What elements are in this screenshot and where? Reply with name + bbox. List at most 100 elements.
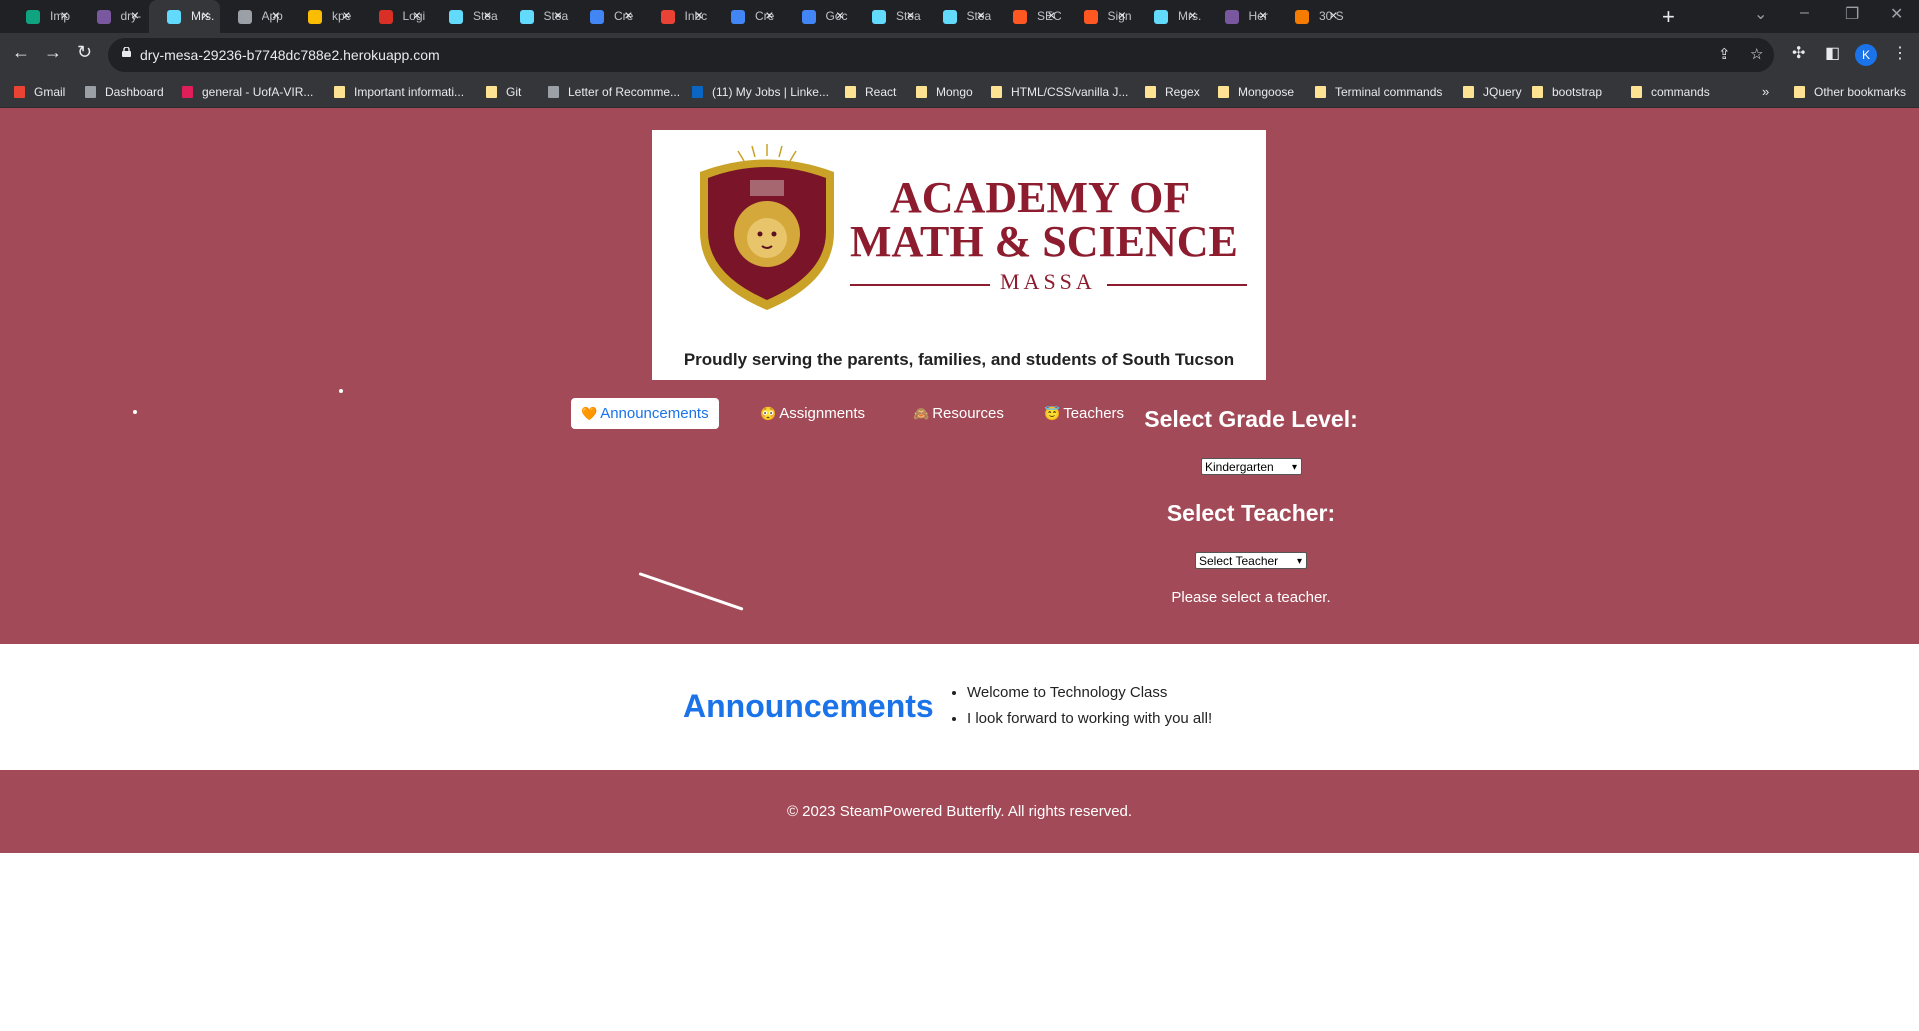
nav-assignments[interactable]: 😳 Assignments bbox=[750, 398, 875, 429]
bookmark-item[interactable]: React bbox=[845, 83, 896, 101]
browser-toolbar: ← → ↻ dry-mesa-29236-b7748dc788e2.heroku… bbox=[0, 33, 1919, 77]
extensions-icon[interactable]: ✣ bbox=[1792, 43, 1805, 63]
close-tab-icon[interactable]: × bbox=[60, 7, 68, 23]
browser-tab[interactable]: App × bbox=[220, 0, 291, 33]
browser-tab[interactable]: Stea × bbox=[502, 0, 573, 33]
chevron-down-icon: ▾ bbox=[1291, 462, 1297, 473]
bookmark-item[interactable]: JQuery bbox=[1463, 83, 1522, 101]
close-tab-icon[interactable]: × bbox=[342, 7, 350, 23]
browser-tab[interactable]: Cre × bbox=[713, 0, 784, 33]
more-bookmarks-button[interactable]: » bbox=[1762, 84, 1769, 99]
browser-tab[interactable]: kpe × bbox=[290, 0, 361, 33]
minimize-icon[interactable]: – bbox=[1800, 4, 1809, 22]
bookmark-item[interactable]: Mongo bbox=[916, 83, 973, 101]
bookmark-item[interactable]: commands bbox=[1631, 83, 1710, 101]
browser-tab[interactable]: Her × bbox=[1207, 0, 1278, 33]
bookmark-item[interactable]: (11) My Jobs | Linke... bbox=[692, 83, 829, 101]
browser-tab[interactable]: Mrs. × bbox=[149, 0, 220, 33]
bookmark-item[interactable]: Important informati... bbox=[334, 83, 464, 101]
bookmark-item[interactable]: general - UofA-VIR... bbox=[182, 83, 313, 101]
browser-tab[interactable]: Inbc × bbox=[643, 0, 714, 33]
folder-icon bbox=[1631, 86, 1642, 98]
react-icon bbox=[519, 10, 534, 24]
nav-label: Resources bbox=[932, 405, 1004, 422]
bookmark-item[interactable]: Dashboard bbox=[85, 83, 164, 101]
close-tab-icon[interactable]: × bbox=[272, 7, 280, 23]
browser-tab[interactable]: Stea × bbox=[854, 0, 925, 33]
browser-tab[interactable]: Cre × bbox=[572, 0, 643, 33]
folder-icon bbox=[1315, 86, 1326, 98]
share-icon[interactable]: ⇪ bbox=[1718, 45, 1731, 63]
decorative-dot bbox=[133, 410, 137, 414]
close-tab-icon[interactable]: × bbox=[201, 7, 209, 23]
teacher-value: Select Teacher bbox=[1199, 554, 1279, 568]
bookmark-star-icon[interactable]: ☆ bbox=[1750, 45, 1763, 63]
folder-icon bbox=[1532, 86, 1543, 98]
nav-announcements[interactable]: 🧡 Announcements bbox=[571, 398, 719, 429]
nav-resources[interactable]: 🙈 Resources bbox=[903, 398, 1014, 429]
browser-tab[interactable]: Sign × bbox=[1066, 0, 1137, 33]
close-window-icon[interactable]: ✕ bbox=[1890, 4, 1903, 24]
google-icon bbox=[801, 10, 816, 24]
bookmark-label: Dashboard bbox=[105, 85, 164, 99]
close-tab-icon[interactable]: × bbox=[695, 7, 703, 23]
dashboard-icon bbox=[85, 86, 96, 98]
browser-tab[interactable]: Imp × bbox=[8, 0, 79, 33]
reload-icon[interactable]: ↻ bbox=[77, 42, 92, 63]
chrome-icon bbox=[590, 10, 604, 24]
see-no-evil-monkey-icon: 🙈 bbox=[913, 406, 930, 421]
other-bookmarks-button[interactable]: Other bookmarks bbox=[1794, 83, 1906, 101]
browser-tab[interactable]: Mrs. × bbox=[1136, 0, 1207, 33]
tab-search-icon[interactable]: ⌄ bbox=[1754, 4, 1767, 24]
bookmark-item[interactable]: Regex bbox=[1145, 83, 1200, 101]
page-footer: © 2023 SteamPowered Butterfly. All right… bbox=[0, 770, 1919, 853]
close-tab-icon[interactable]: × bbox=[624, 7, 632, 23]
bookmark-item[interactable]: Letter of Recomme... bbox=[548, 83, 680, 101]
close-tab-icon[interactable]: × bbox=[1259, 7, 1267, 23]
forward-icon[interactable]: → bbox=[44, 42, 62, 63]
bookmark-item[interactable]: Terminal commands bbox=[1315, 83, 1442, 101]
profile-avatar[interactable]: K bbox=[1855, 44, 1877, 66]
school-logo: ACADEMY OF MATH & SCIENCE MASSA Proudly … bbox=[652, 130, 1266, 380]
side-panel-icon[interactable]: ◧ bbox=[1825, 43, 1840, 63]
bookmark-item[interactable]: Mongoose bbox=[1218, 83, 1294, 101]
browser-tab[interactable]: Stea × bbox=[431, 0, 502, 33]
browser-tab[interactable]: SEC × bbox=[995, 0, 1066, 33]
logo-divider-left bbox=[850, 284, 990, 286]
react-icon bbox=[872, 10, 886, 24]
teacher-select[interactable]: Select Teacher ▾ bbox=[1195, 552, 1307, 569]
close-tab-icon[interactable]: × bbox=[1047, 7, 1055, 23]
back-icon[interactable]: ← bbox=[12, 42, 30, 63]
select-teacher-hint: Please select a teacher. bbox=[1171, 589, 1331, 606]
bookmark-label: Mongoose bbox=[1238, 85, 1295, 99]
close-tab-icon[interactable]: × bbox=[977, 7, 985, 23]
bookmark-item[interactable]: Git bbox=[486, 83, 521, 101]
restore-icon[interactable]: ❐ bbox=[1845, 4, 1859, 24]
heroku-icon bbox=[1224, 10, 1239, 24]
browser-tab[interactable]: Stea × bbox=[925, 0, 996, 33]
heart-icon: 🧡 bbox=[581, 406, 598, 421]
browser-tab[interactable]: Goc × bbox=[784, 0, 855, 33]
close-tab-icon[interactable]: × bbox=[413, 7, 421, 23]
bookmark-label: Regex bbox=[1165, 85, 1200, 99]
bookmark-item[interactable]: Gmail bbox=[14, 83, 65, 101]
close-tab-icon[interactable]: × bbox=[906, 7, 914, 23]
bookmark-item[interactable]: HTML/CSS/vanilla J... bbox=[991, 83, 1128, 101]
grade-level-select[interactable]: Kindergarten ▾ bbox=[1201, 458, 1302, 475]
close-tab-icon[interactable]: × bbox=[1118, 7, 1126, 23]
new-tab-button[interactable]: + bbox=[1662, 4, 1675, 30]
close-tab-icon[interactable]: × bbox=[483, 7, 491, 23]
other-bookmarks-label: Other bookmarks bbox=[1814, 85, 1907, 99]
close-tab-icon[interactable]: × bbox=[765, 7, 773, 23]
close-tab-icon[interactable]: × bbox=[836, 7, 844, 23]
menu-icon[interactable]: ⋮ bbox=[1892, 43, 1908, 63]
close-tab-icon[interactable]: × bbox=[554, 7, 562, 23]
close-tab-icon[interactable]: × bbox=[1329, 7, 1337, 23]
bookmark-item[interactable]: bootstrap bbox=[1532, 83, 1602, 101]
browser-tab[interactable]: dry- × bbox=[79, 0, 150, 33]
address-bar[interactable]: dry-mesa-29236-b7748dc788e2.herokuapp.co… bbox=[108, 38, 1774, 72]
browser-tab[interactable]: Logi × bbox=[361, 0, 432, 33]
close-tab-icon[interactable]: × bbox=[131, 7, 139, 23]
browser-tab[interactable]: 30 S × bbox=[1277, 0, 1348, 33]
close-tab-icon[interactable]: × bbox=[1188, 7, 1196, 23]
